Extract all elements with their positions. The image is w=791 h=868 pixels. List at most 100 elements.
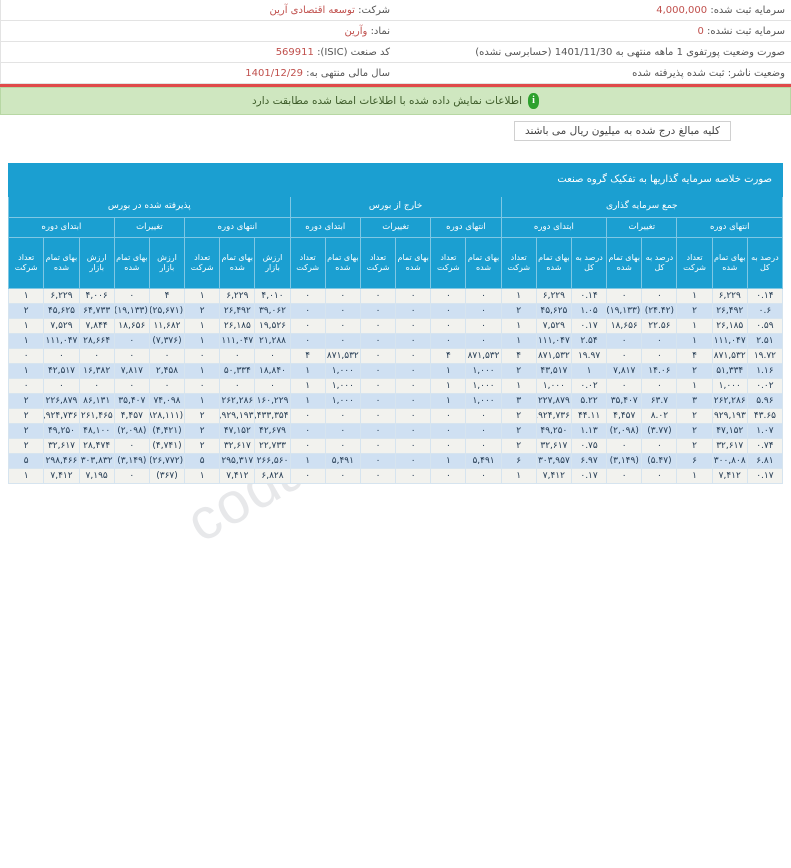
- notice-text: اطلاعات نمایش داده شده با اطلاعات امضا ش…: [252, 95, 522, 107]
- cell-r3-c0: ۲.۵۱: [747, 334, 782, 349]
- cell-r6-c11: ۰: [360, 379, 395, 394]
- cell-r11-c3: (۵.۴۷): [642, 454, 677, 469]
- cell-r4-c4: ۰: [607, 349, 642, 364]
- portfolio-table-zone: صورت خلاصه سرمایه گذاریها به تفکیک گروه …: [0, 163, 791, 484]
- cell-r12-c5: ۰.۱۷: [571, 469, 606, 484]
- cell-r3-c14: ۲۱,۲۸۸: [255, 334, 290, 349]
- column-header-17: ارزش بازار: [149, 238, 184, 289]
- column-subgroup-7: تغییرات: [114, 218, 184, 238]
- column-header-16: تعداد شرکت: [185, 238, 220, 289]
- cell-r5-c20: ۴۲,۵۱۷: [44, 364, 79, 379]
- cell-r7-c2: ۳: [677, 394, 712, 409]
- header-cell-right: نماد: وآرین: [1, 21, 397, 42]
- cell-r5-c11: ۰: [360, 364, 395, 379]
- header-cell-left: سرمایه ثبت شده: 4,000,000: [396, 0, 791, 21]
- cell-r10-c16: ۲: [185, 439, 220, 454]
- cell-r12-c18: ۰: [114, 469, 149, 484]
- header-right-label: شرکت:: [358, 5, 390, 16]
- cell-r7-c4: ۳۵,۴۰۷: [607, 394, 642, 409]
- cell-r12-c21: ۱: [9, 469, 44, 484]
- cell-r6-c3: ۰: [642, 379, 677, 394]
- document-header: سرمایه ثبت شده: 4,000,000 شرکت: توسعه اق…: [0, 0, 791, 84]
- cell-r0-c6: ۶,۲۲۹: [536, 289, 571, 304]
- header-row: صورت وضعیت پورتفوی 1 ماهه منتهی به 1401/…: [1, 42, 791, 63]
- cell-r0-c13: ۰: [290, 289, 325, 304]
- column-subgroup-3: انتهای دوره: [431, 218, 501, 238]
- cell-r0-c2: ۱: [677, 289, 712, 304]
- cell-r4-c12: ۸۷۱,۵۳۲: [325, 349, 360, 364]
- cell-r2-c20: ۷,۵۲۹: [44, 319, 79, 334]
- header-right-label: سال مالی منتهی به:: [306, 68, 390, 79]
- cell-r1-c2: ۲: [677, 304, 712, 319]
- cell-r8-c15: ۱,۹۲۹,۱۹۳: [220, 409, 255, 424]
- column-header-2: تعداد شرکت: [677, 238, 712, 289]
- cell-r7-c6: ۲۲۷,۸۷۹: [536, 394, 571, 409]
- cell-r12-c12: ۰: [325, 469, 360, 484]
- cell-r7-c16: ۱: [185, 394, 220, 409]
- cell-r1-c0: ۰.۶: [747, 304, 782, 319]
- cell-r2-c13: ۰: [290, 319, 325, 334]
- cell-r10-c14: ۲۲,۷۳۳: [255, 439, 290, 454]
- cell-r5-c8: ۱,۰۰۰: [466, 364, 501, 379]
- cell-r6-c14: ۰: [255, 379, 290, 394]
- cell-r6-c2: ۱: [677, 379, 712, 394]
- cell-r5-c21: ۱: [9, 364, 44, 379]
- cell-r4-c3: ۰: [642, 349, 677, 364]
- header-cell-left: سرمایه ثبت نشده: 0: [396, 21, 791, 42]
- cell-r1-c16: ۲: [185, 304, 220, 319]
- header-cell-right: شرکت: توسعه اقتصادی آرین: [1, 0, 397, 21]
- column-header-18: بهای تمام شده: [114, 238, 149, 289]
- header-right-value: توسعه اقتصادی آرین: [270, 5, 355, 16]
- cell-r4-c11: ۰: [360, 349, 395, 364]
- cell-r7-c12: ۱,۰۰۰: [325, 394, 360, 409]
- cell-r12-c1: ۷,۴۱۲: [712, 469, 747, 484]
- cell-r9-c19: ۴۸,۱۰۰: [79, 424, 114, 439]
- cell-r0-c16: ۱: [185, 289, 220, 304]
- header-left-value: 0: [697, 26, 703, 37]
- cell-r6-c21: ۰: [9, 379, 44, 394]
- cell-r3-c17: (۷,۳۷۶): [149, 334, 184, 349]
- cell-r4-c14: ۰: [255, 349, 290, 364]
- table-row: ۱۹.۷۲۸۷۱,۵۳۲۴۰۰۱۹.۹۷۸۷۱,۵۳۲۴۸۷۱,۵۳۲۴۰۰۸۷…: [9, 349, 783, 364]
- cell-r6-c5: ۰.۰۲: [571, 379, 606, 394]
- table-head: صورت خلاصه سرمایه گذاریها به تفکیک گروه …: [9, 164, 783, 289]
- header-left-value: ثبت شده پذیرفته شده: [632, 68, 724, 79]
- header-row: وضعیت ناشر: ثبت شده پذیرفته شده سال مالی…: [1, 63, 791, 84]
- cell-r10-c15: ۳۲,۶۱۷: [220, 439, 255, 454]
- cell-r0-c12: ۰: [325, 289, 360, 304]
- header-row: سرمایه ثبت نشده: 0 نماد: وآرین: [1, 21, 791, 42]
- cell-r12-c6: ۷,۴۱۲: [536, 469, 571, 484]
- column-subgroup-8: ابتدای دوره: [9, 218, 115, 238]
- cell-r5-c19: ۱۶,۳۸۲: [79, 364, 114, 379]
- cell-r7-c1: ۲۶۲,۲۸۶: [712, 394, 747, 409]
- cell-r5-c17: ۲,۴۵۸: [149, 364, 184, 379]
- cell-r2-c19: ۷,۸۴۴: [79, 319, 114, 334]
- cell-r2-c12: ۰: [325, 319, 360, 334]
- cell-r12-c10: ۰: [396, 469, 431, 484]
- cell-r4-c8: ۸۷۱,۵۳۲: [466, 349, 501, 364]
- cell-r2-c11: ۰: [360, 319, 395, 334]
- table-row: ۲.۵۱۱۱۱,۰۴۷۱۰۰۲.۵۴۱۱۱,۰۴۷۱۰۰۰۰۰۰۲۱,۲۸۸۱۱…: [9, 334, 783, 349]
- table-title-row: صورت خلاصه سرمایه گذاریها به تفکیک گروه …: [9, 164, 783, 197]
- cell-r3-c6: ۱۱۱,۰۴۷: [536, 334, 571, 349]
- column-header-20: بهای تمام شده: [44, 238, 79, 289]
- cell-r9-c6: ۴۹,۲۵۰: [536, 424, 571, 439]
- cell-r3-c5: ۲.۵۴: [571, 334, 606, 349]
- column-header-7: تعداد شرکت: [501, 238, 536, 289]
- table-row: ۰.۱۴۶,۲۲۹۱۰۰۰.۱۴۶,۲۲۹۱۰۰۰۰۰۰۴,۰۱۰۶,۲۲۹۱۴…: [9, 289, 783, 304]
- cell-r5-c13: ۱: [290, 364, 325, 379]
- header-left-label: وضعیت ناشر:: [728, 68, 785, 79]
- cell-r9-c2: ۲: [677, 424, 712, 439]
- cell-r2-c14: ۱۹,۵۲۶: [255, 319, 290, 334]
- cell-r9-c11: ۰: [360, 424, 395, 439]
- cell-r6-c15: ۰: [220, 379, 255, 394]
- table-row: ۰.۶۲۶,۴۹۲۲(۲۴.۴۲)(۱۹,۱۳۳)۱.۰۵۴۵,۶۲۵۲۰۰۰۰…: [9, 304, 783, 319]
- cell-r4-c20: ۰: [44, 349, 79, 364]
- cell-r11-c5: ۶.۹۷: [571, 454, 606, 469]
- cell-r11-c0: ۶.۸۱: [747, 454, 782, 469]
- cell-r11-c20: ۲۹۸,۴۶۶: [44, 454, 79, 469]
- header-info-body: سرمایه ثبت شده: 4,000,000 شرکت: توسعه اق…: [1, 0, 791, 84]
- cell-r3-c20: ۱۱۱,۰۴۷: [44, 334, 79, 349]
- cell-r4-c15: ۰: [220, 349, 255, 364]
- cell-r4-c19: ۰: [79, 349, 114, 364]
